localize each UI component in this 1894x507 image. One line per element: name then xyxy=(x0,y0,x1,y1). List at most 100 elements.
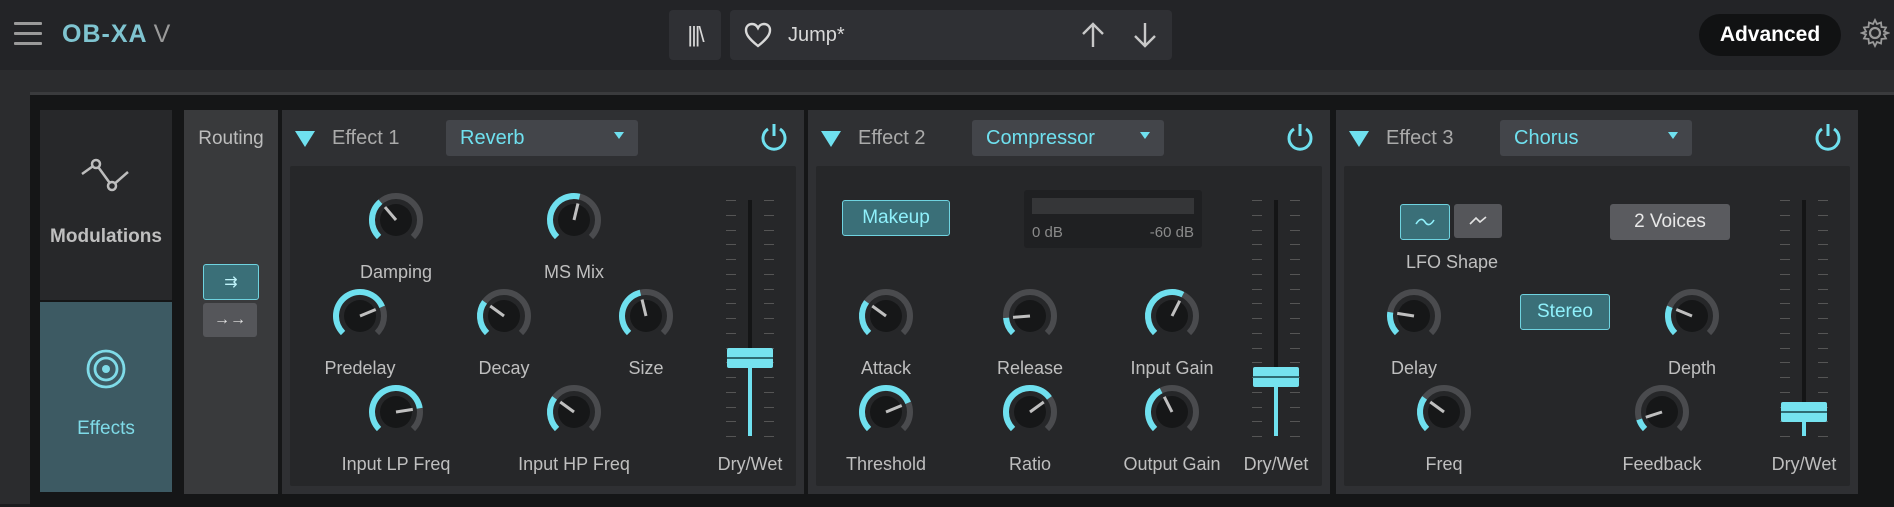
fader-tick xyxy=(1290,407,1300,408)
power-icon[interactable] xyxy=(1812,121,1844,153)
fader-tick xyxy=(1290,200,1300,201)
fader-tick xyxy=(726,274,736,275)
meter-right-label: -60 dB xyxy=(1149,224,1194,241)
meter-left-label: 0 dB xyxy=(1032,224,1063,241)
fader-tick xyxy=(726,289,736,290)
dry-wet-fader[interactable] xyxy=(1246,200,1306,440)
heart-icon[interactable] xyxy=(744,22,772,48)
fader-tick xyxy=(764,318,774,319)
fader-tick xyxy=(726,230,736,231)
knob-size[interactable] xyxy=(616,286,676,346)
fader-tick xyxy=(1818,244,1828,245)
nav-modulations-label: Modulations xyxy=(50,226,162,247)
arrow-down-icon[interactable] xyxy=(1130,20,1160,50)
fader-tick xyxy=(764,377,774,378)
effect-1-type-select[interactable]: Reverb xyxy=(446,120,638,156)
preset-name[interactable]: Jump* xyxy=(788,24,845,47)
fader-tick xyxy=(1252,244,1262,245)
collapse-triangle-icon[interactable] xyxy=(820,130,842,148)
effect-3-title: Effect 3 xyxy=(1386,127,1454,149)
fader-tick xyxy=(1252,421,1262,422)
effect-2-type-select[interactable]: Compressor xyxy=(972,120,1164,156)
makeup-button[interactable]: Makeup xyxy=(842,200,950,236)
dropdown-caret-icon xyxy=(1668,132,1678,139)
sine-wave-icon xyxy=(1415,218,1435,226)
fader-tick xyxy=(726,421,736,422)
effect-2-body: Makeup 0 dB -60 dB Attack Release Input … xyxy=(816,166,1322,486)
knob-freq[interactable] xyxy=(1414,382,1474,442)
fader-tick xyxy=(726,333,736,334)
dry-wet-fader[interactable] xyxy=(720,200,780,440)
fader-tick xyxy=(1780,289,1790,290)
knob-predelay[interactable] xyxy=(330,286,390,346)
fader-tick xyxy=(1818,318,1828,319)
knob-release[interactable] xyxy=(1000,286,1060,346)
knob-input-gain[interactable] xyxy=(1142,286,1202,346)
knob-delay[interactable] xyxy=(1384,286,1444,346)
power-icon[interactable] xyxy=(758,121,790,153)
gear-icon[interactable] xyxy=(1860,18,1890,48)
knob-threshold[interactable] xyxy=(856,382,916,442)
fader-label: Dry/Wet xyxy=(1771,454,1837,474)
fader-tick xyxy=(1290,392,1300,393)
fader-tick xyxy=(726,392,736,393)
app-logo: OB-XA V xyxy=(62,20,171,49)
effect-2-header: Effect 2 Compressor xyxy=(808,110,1330,166)
advanced-button[interactable]: Advanced xyxy=(1699,14,1841,56)
knob-feedback[interactable] xyxy=(1632,382,1692,442)
fader-tick xyxy=(764,259,774,260)
fader-handle[interactable] xyxy=(1253,367,1299,387)
routing-parallel-button[interactable]: ⇉ xyxy=(203,264,259,300)
fader-tick xyxy=(1252,303,1262,304)
fader-track xyxy=(1802,200,1806,436)
fader-tick xyxy=(1818,289,1828,290)
fader-tick xyxy=(1290,421,1300,422)
fader-handle[interactable] xyxy=(1781,402,1827,422)
knob-ratio[interactable] xyxy=(1000,382,1060,442)
meter-bar xyxy=(1032,198,1194,214)
hamburger-menu-icon[interactable] xyxy=(14,22,42,46)
knob-input-lp-freq[interactable] xyxy=(366,382,426,442)
stereo-button[interactable]: Stereo xyxy=(1520,294,1610,330)
voices-button[interactable]: 2 Voices xyxy=(1610,204,1730,240)
fader-tick xyxy=(764,303,774,304)
fader-tick xyxy=(764,407,774,408)
fader-tick xyxy=(1818,303,1828,304)
fader-tick xyxy=(1290,362,1300,363)
fader-tick xyxy=(1290,215,1300,216)
effect-3-type-select[interactable]: Chorus xyxy=(1500,120,1692,156)
fader-tick xyxy=(1780,274,1790,275)
knob-output-gain[interactable] xyxy=(1142,382,1202,442)
power-icon[interactable] xyxy=(1284,121,1316,153)
nav-modulations[interactable]: Modulations xyxy=(40,110,172,300)
knob-label: Freq xyxy=(1425,454,1463,474)
effect-3-panel: Effect 3 Chorus LFO Shape 2 Voices Stere… xyxy=(1336,110,1858,494)
logo-version: V xyxy=(153,20,172,48)
fader-tick xyxy=(1818,274,1828,275)
lfo-shape-triangle-button[interactable] xyxy=(1454,204,1502,238)
routing-serial-button[interactable]: →→ xyxy=(203,303,257,337)
knob-ms-mix[interactable] xyxy=(544,190,604,250)
collapse-triangle-icon[interactable] xyxy=(294,130,316,148)
knob-label: Damping xyxy=(359,262,433,282)
knob-input-hp-freq[interactable] xyxy=(544,382,604,442)
effect-1-type-value: Reverb xyxy=(460,127,525,149)
fader-tick xyxy=(1818,259,1828,260)
effect-3-body: LFO Shape 2 Voices Stereo Delay Depth Fr… xyxy=(1344,166,1850,486)
arrow-up-icon[interactable] xyxy=(1078,20,1108,50)
nav-effects[interactable]: Effects xyxy=(40,302,172,492)
knob-damping[interactable] xyxy=(366,190,426,250)
collapse-triangle-icon[interactable] xyxy=(1348,130,1370,148)
knob-label: Delay xyxy=(1390,358,1438,378)
dry-wet-fader[interactable] xyxy=(1774,200,1834,440)
effect-2-panel: Effect 2 Compressor Makeup 0 dB -60 dB A… xyxy=(808,110,1330,494)
knob-decay[interactable] xyxy=(474,286,534,346)
fader-handle[interactable] xyxy=(727,348,773,368)
preset-browser[interactable]: Jump* xyxy=(730,10,1172,60)
routing-label: Routing xyxy=(198,128,264,149)
knob-attack[interactable] xyxy=(856,286,916,346)
top-bar: OB-XA V |||\ Jump* Advanced xyxy=(0,0,1894,70)
knob-depth[interactable] xyxy=(1662,286,1722,346)
library-button[interactable]: |||\ xyxy=(669,10,721,60)
lfo-shape-sine-button[interactable] xyxy=(1400,204,1450,240)
